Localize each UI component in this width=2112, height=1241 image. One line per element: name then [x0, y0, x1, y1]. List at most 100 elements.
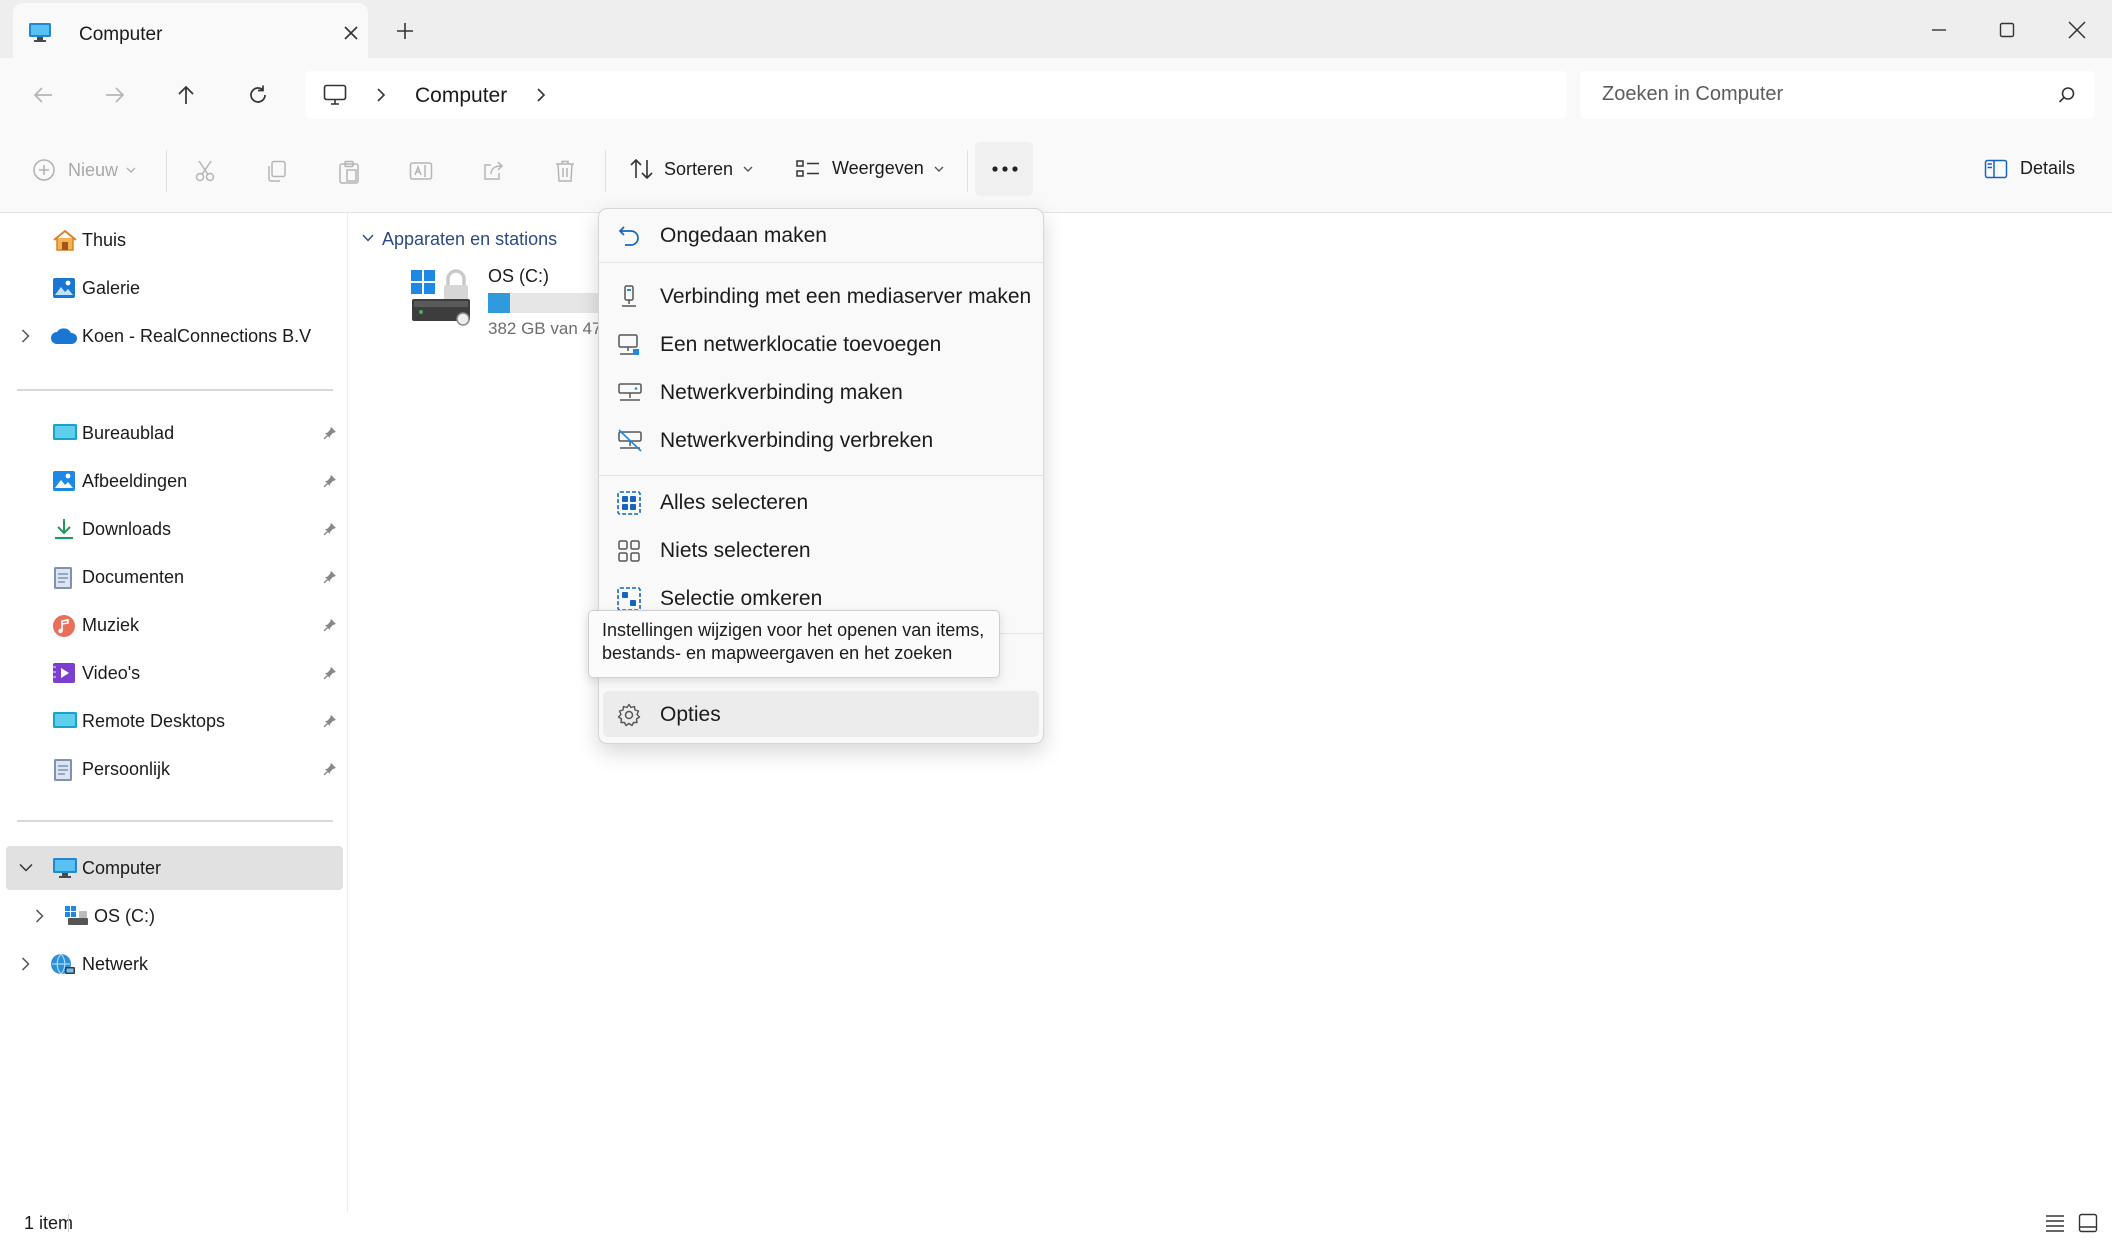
- copy-icon[interactable]: [266, 160, 288, 182]
- chevron-down-icon: [126, 166, 136, 174]
- sidebar-item-label: Persoonlijk: [82, 759, 171, 779]
- maximize-button[interactable]: [1977, 10, 2037, 50]
- address-row: Computer Zoeken in Computer: [0, 58, 2112, 130]
- menu-item-label: Selectie omkeren: [660, 587, 823, 610]
- sidebar-item-videos[interactable]: Video's: [0, 651, 347, 695]
- search-box[interactable]: Zoeken in Computer: [1580, 71, 2095, 119]
- sidebar-item-downloads[interactable]: Downloads: [0, 507, 347, 551]
- details-view-icon[interactable]: [2045, 1214, 2065, 1232]
- share-icon[interactable]: [482, 160, 504, 182]
- separator: [605, 150, 606, 192]
- delete-icon[interactable]: [555, 160, 575, 182]
- menu-item-options[interactable]: Opties: [603, 691, 1039, 737]
- new-button[interactable]: Nieuw: [32, 158, 136, 182]
- see-more-button[interactable]: [975, 142, 1033, 196]
- paste-icon[interactable]: [338, 160, 360, 184]
- back-button[interactable]: [28, 80, 58, 110]
- chevron-right-icon[interactable]: [21, 329, 30, 343]
- group-collapse-chevron-icon[interactable]: [362, 234, 374, 242]
- view-list-icon: [796, 159, 820, 179]
- group-title[interactable]: Apparaten en stations: [382, 229, 557, 250]
- sidebar-item-label: Bureaublad: [82, 423, 175, 443]
- separator: [166, 150, 167, 192]
- pin-icon[interactable]: [323, 570, 337, 584]
- pin-icon[interactable]: [323, 522, 337, 536]
- status-separator: [68, 1214, 69, 1232]
- pin-icon[interactable]: [323, 666, 337, 680]
- sort-label: Sorteren: [664, 158, 734, 179]
- pin-icon[interactable]: [323, 714, 337, 728]
- sidebar-item-remote-desktops[interactable]: Remote Desktops: [0, 699, 347, 743]
- sidebar-item-gallery[interactable]: Galerie: [0, 266, 347, 310]
- large-icons-view-icon[interactable]: [2078, 1213, 2098, 1233]
- gallery-icon: [52, 277, 76, 299]
- desktop-folder-icon: [52, 422, 77, 444]
- sidebar-item-label: Downloads: [82, 519, 172, 539]
- details-button[interactable]: Details: [1984, 158, 2075, 179]
- sidebar-item-documents[interactable]: Documenten: [0, 555, 347, 599]
- sidebar-item-os-c[interactable]: OS (C:): [0, 894, 347, 938]
- drive-tile[interactable]: OS (C:) 382 GB van 47: [410, 263, 610, 345]
- menu-item-select-none[interactable]: Niets selecteren: [603, 527, 1039, 573]
- sidebar-item-personal[interactable]: Persoonlijk: [0, 747, 347, 791]
- view-button[interactable]: Weergeven: [796, 158, 944, 179]
- drive-icon: [64, 905, 88, 927]
- menu-item-label: Niets selecteren: [660, 539, 811, 562]
- menu-item-label: Netwerkverbinding verbreken: [660, 429, 934, 452]
- new-tab-icon[interactable]: [396, 22, 414, 40]
- menu-item-map-network-drive[interactable]: Netwerkverbinding maken: [603, 369, 1039, 415]
- search-placeholder[interactable]: Zoeken in Computer: [1602, 83, 1783, 106]
- chevron-down-icon[interactable]: [19, 863, 33, 872]
- pin-icon[interactable]: [323, 474, 337, 488]
- close-window-button[interactable]: [2047, 10, 2107, 50]
- sidebar-item-label: OS (C:): [94, 906, 155, 926]
- menu-item-label: Verbinding met een mediaserver maken: [660, 285, 1032, 308]
- media-server-icon: [617, 285, 641, 309]
- menu-item-label: Een netwerklocatie toevoegen: [660, 333, 942, 356]
- menu-item-undo[interactable]: Ongedaan maken: [603, 212, 1039, 258]
- sidebar-item-label: Documenten: [82, 567, 185, 587]
- sidebar-item-desktop[interactable]: Bureaublad: [0, 411, 347, 455]
- drive-usage-fill: [488, 293, 511, 313]
- music-icon: [52, 614, 76, 637]
- sidebar-item-music[interactable]: Muziek: [0, 603, 347, 647]
- pin-icon[interactable]: [323, 426, 337, 440]
- tab-computer[interactable]: Computer: [13, 3, 368, 58]
- drive-icon: [410, 267, 478, 329]
- minimize-button[interactable]: [1909, 10, 1969, 50]
- sidebar-item-network[interactable]: Netwerk: [0, 942, 347, 986]
- close-tab-icon[interactable]: [343, 25, 359, 41]
- select-all-icon: [617, 491, 641, 515]
- sidebar-item-home[interactable]: Thuis: [0, 218, 347, 262]
- address-bar[interactable]: Computer: [305, 71, 1567, 119]
- sidebar-item-pictures[interactable]: Afbeeldingen: [0, 459, 347, 503]
- refresh-button[interactable]: [243, 80, 273, 110]
- breadcrumb-computer[interactable]: Computer: [415, 84, 507, 108]
- menu-item-add-network-location[interactable]: Een netwerklocatie toevoegen: [603, 321, 1039, 367]
- breadcrumb-chevron-icon[interactable]: [376, 88, 386, 102]
- pin-icon[interactable]: [323, 618, 337, 632]
- forward-button[interactable]: [100, 80, 130, 110]
- chevron-right-icon[interactable]: [21, 957, 30, 971]
- invert-selection-icon: [617, 587, 641, 611]
- chevron-right-icon[interactable]: [35, 909, 44, 923]
- menu-item-media-server[interactable]: Verbinding met een mediaserver maken: [603, 273, 1039, 319]
- gear-icon: [617, 703, 641, 727]
- computer-icon: [52, 857, 77, 879]
- up-button[interactable]: [171, 80, 201, 110]
- menu-item-select-all[interactable]: Alles selecteren: [603, 479, 1039, 525]
- sidebar-item-onedrive[interactable]: Koen - RealConnections B.V: [0, 314, 347, 358]
- download-icon: [52, 518, 76, 540]
- breadcrumb-chevron-icon[interactable]: [536, 88, 546, 102]
- sidebar-item-label: Video's: [82, 663, 141, 683]
- title-bar: Computer: [0, 0, 2112, 58]
- sort-button[interactable]: Sorteren: [630, 158, 753, 180]
- cut-icon[interactable]: [194, 160, 216, 182]
- navigation-pane: Thuis Galerie Koen - RealConnections B.V…: [0, 213, 348, 1213]
- menu-item-disconnect-network-drive[interactable]: Netwerkverbinding verbreken: [603, 417, 1039, 463]
- sidebar-item-computer[interactable]: Computer: [6, 846, 343, 890]
- pin-icon[interactable]: [323, 762, 337, 776]
- chevron-down-icon: [743, 165, 753, 173]
- rename-icon[interactable]: [409, 160, 433, 182]
- undo-icon: [617, 224, 641, 248]
